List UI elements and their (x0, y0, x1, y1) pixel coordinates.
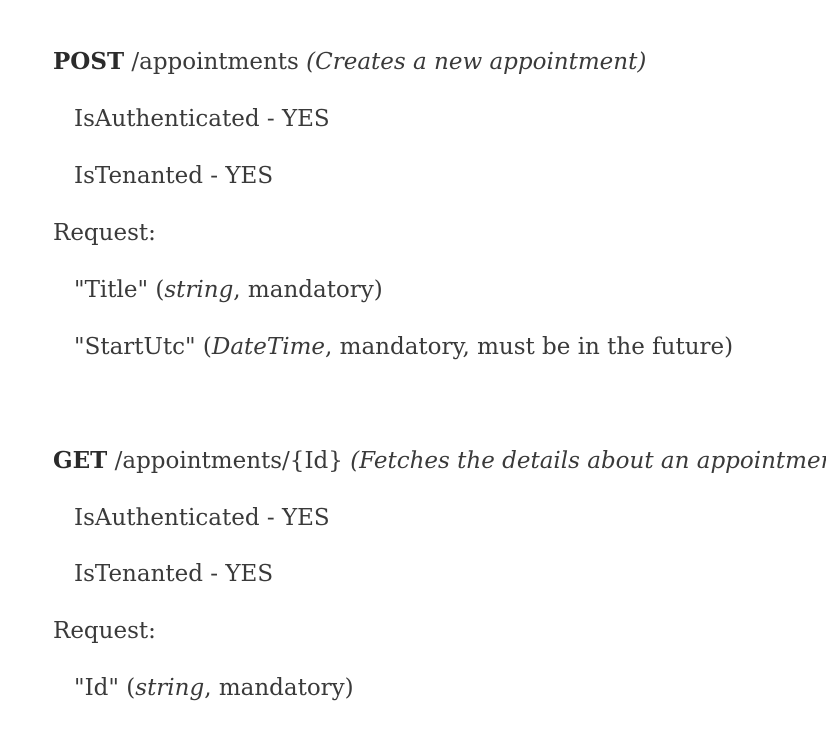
tenant-requirement: IsTenanted - YES (74, 561, 274, 587)
param-type: string (135, 675, 205, 701)
param-constraints: , mandatory, must be in the future) (325, 334, 734, 360)
endpoint-path: /appointments (131, 49, 299, 75)
endpoint-path: /appointments/{Id} (114, 448, 343, 474)
api-doc: POST /appointments (Creates a new appoin… (0, 0, 826, 753)
param-constraints: , mandatory) (233, 277, 383, 303)
tenant-requirement: IsTenanted - YES (74, 163, 274, 189)
auth-requirement: IsAuthenticated - YES (74, 106, 330, 132)
param-constraints: , mandatory) (204, 675, 354, 701)
param-name: "Title" ( (74, 277, 165, 303)
request-param: "Id" (string, mandatory) (74, 673, 354, 703)
endpoint-header-post: POST /appointments (Creates a new appoin… (53, 47, 646, 77)
param-name: "StartUtc" ( (74, 334, 212, 360)
request-param: "Title" (string, mandatory) (74, 275, 383, 305)
endpoint-description: (Creates a new appointment) (306, 49, 647, 75)
request-label: Request: (53, 220, 156, 246)
request-param: "StartUtc" (DateTime, mandatory, must be… (74, 332, 733, 362)
param-name: "Id" ( (74, 675, 136, 701)
request-label: Request: (53, 618, 156, 644)
auth-requirement: IsAuthenticated - YES (74, 505, 330, 531)
param-type: string (164, 277, 234, 303)
http-method: POST (53, 48, 125, 75)
param-type: DateTime (211, 334, 326, 360)
endpoint-header-get: GET /appointments/{Id} (Fetches the deta… (53, 446, 826, 476)
http-method: GET (53, 447, 108, 474)
endpoint-description: (Fetches the details about an appointmen… (350, 448, 826, 474)
